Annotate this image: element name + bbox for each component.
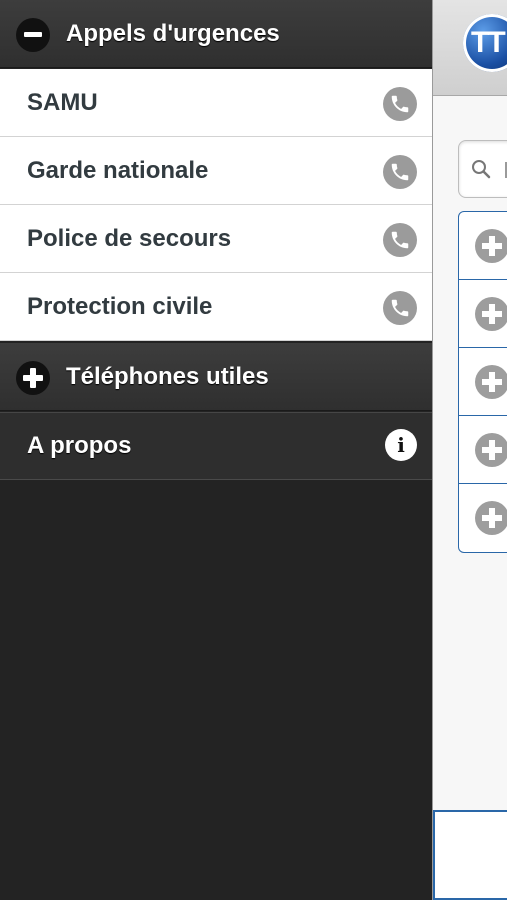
list-item[interactable] (459, 280, 507, 348)
list-item-emergency[interactable]: Police de secours (0, 205, 432, 273)
emergency-label: Police de secours (27, 225, 232, 252)
add-circle-icon[interactable] (475, 365, 507, 399)
add-circle-icon[interactable] (475, 297, 507, 331)
phone-icon[interactable] (383, 87, 417, 121)
list-item[interactable] (459, 212, 507, 280)
add-circle-icon[interactable] (475, 433, 507, 467)
contact-list (458, 211, 507, 553)
phone-icon[interactable] (383, 223, 417, 257)
emergency-label: Protection civile (27, 293, 213, 320)
footer-panel (433, 810, 507, 900)
emergency-label: Garde nationale (27, 157, 209, 184)
minus-icon[interactable] (16, 18, 50, 52)
side-panel: Appels d'urgences SAMU Garde nationale P… (0, 0, 432, 900)
info-icon[interactable]: i (385, 429, 417, 461)
section-header-useful-phones[interactable]: Téléphones utiles (0, 343, 432, 411)
emergency-list: SAMU Garde nationale Police de secours P… (0, 69, 432, 341)
header-bar: TT (433, 0, 507, 96)
emergency-label: SAMU (27, 89, 98, 116)
list-item-emergency[interactable]: Protection civile (0, 273, 432, 341)
list-item-emergency[interactable]: SAMU (0, 69, 432, 137)
section-header-emergency[interactable]: Appels d'urgences (0, 0, 432, 68)
add-circle-icon[interactable] (475, 229, 507, 263)
section-header-label: Appels d'urgences (66, 20, 280, 47)
main-content: TT (432, 0, 507, 900)
plus-icon[interactable] (16, 361, 50, 395)
search-input[interactable] (458, 140, 507, 198)
list-item[interactable] (459, 416, 507, 484)
list-item[interactable] (459, 348, 507, 416)
app-logo[interactable]: TT (463, 14, 507, 72)
search-icon (472, 160, 491, 179)
phone-icon[interactable] (383, 291, 417, 325)
about-label: A propos (27, 432, 132, 459)
list-item[interactable] (459, 484, 507, 552)
phone-icon[interactable] (383, 155, 417, 189)
list-item-emergency[interactable]: Garde nationale (0, 137, 432, 205)
about-item[interactable]: A propos i (0, 412, 432, 480)
add-circle-icon[interactable] (475, 501, 507, 535)
section-header-label: Téléphones utiles (66, 363, 269, 390)
